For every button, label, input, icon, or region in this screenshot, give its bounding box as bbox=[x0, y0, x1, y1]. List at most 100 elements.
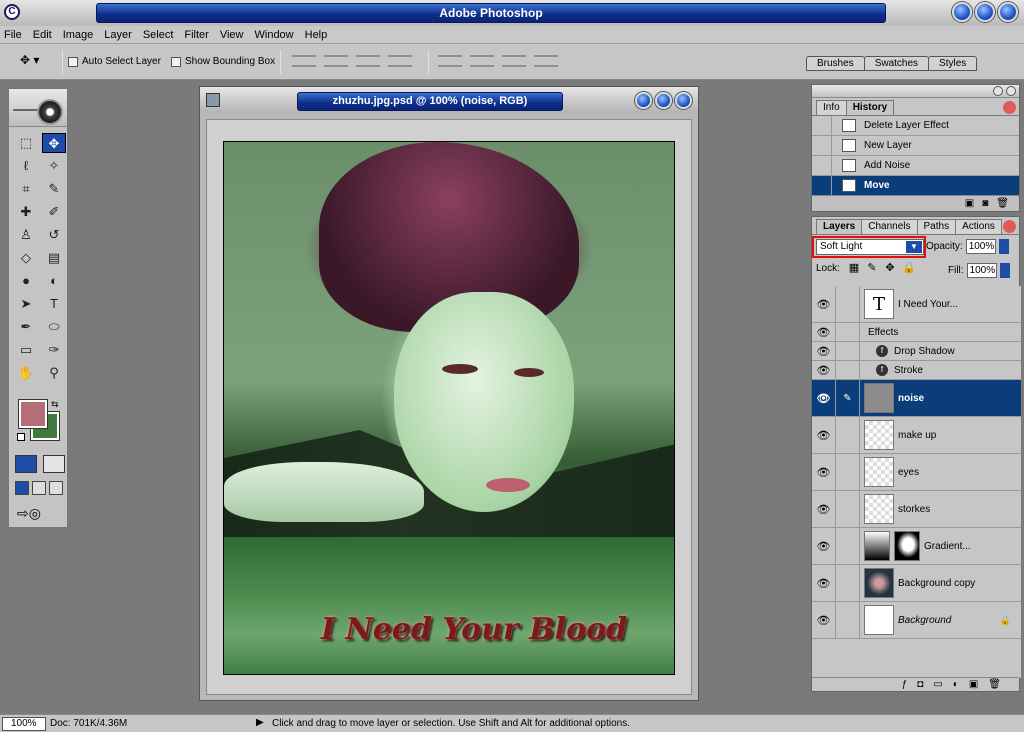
paint-brush-icon[interactable]: ✎ bbox=[836, 380, 860, 416]
foreground-color-swatch[interactable] bbox=[19, 400, 47, 428]
menu-image[interactable]: Image bbox=[63, 29, 94, 41]
gradient-tool-icon[interactable]: ▤ bbox=[42, 248, 66, 268]
layers-menu-arrow-icon[interactable] bbox=[1003, 220, 1016, 233]
eyedropper-icon[interactable]: ✑ bbox=[42, 340, 66, 360]
move-tool-preset-icon[interactable]: ✥ ▾ bbox=[20, 53, 56, 71]
doc-close-button[interactable] bbox=[675, 92, 692, 109]
opacity-slider-arrow[interactable] bbox=[998, 239, 1009, 254]
tab-info[interactable]: Info bbox=[816, 100, 847, 115]
layer-effect-row[interactable]: 👁 f Drop Shadow bbox=[812, 342, 1021, 361]
history-item[interactable]: Add Noise bbox=[812, 155, 1019, 176]
jump-to-imageready-icon[interactable]: ⇨◎ bbox=[17, 505, 61, 523]
menu-edit[interactable]: Edit bbox=[33, 29, 52, 41]
type-tool-icon[interactable]: T bbox=[42, 294, 66, 314]
menu-layer[interactable]: Layer bbox=[104, 29, 132, 41]
document-titlebar[interactable]: zhuzhu.jpg.psd @ 100% (noise, RGB) bbox=[200, 87, 698, 113]
delete-layer-icon[interactable]: 🗑 bbox=[988, 679, 1001, 690]
clone-stamp-icon[interactable]: ♙ bbox=[14, 225, 38, 245]
healing-brush-icon[interactable]: ✚ bbox=[14, 202, 38, 222]
zoom-input[interactable]: 100% bbox=[2, 717, 46, 731]
visibility-eye-icon[interactable]: 👁 bbox=[812, 417, 836, 453]
menu-select[interactable]: Select bbox=[143, 29, 174, 41]
history-item[interactable]: Delete Layer Effect bbox=[812, 115, 1019, 136]
delete-state-icon[interactable]: 🗑 bbox=[996, 198, 1009, 209]
menu-filter[interactable]: Filter bbox=[184, 29, 208, 41]
layer-row[interactable]: 👁 storkes bbox=[812, 491, 1021, 528]
default-colors-icon[interactable] bbox=[17, 433, 25, 441]
fill-input[interactable]: 100% bbox=[966, 263, 997, 278]
path-select-icon[interactable]: ➤ bbox=[14, 294, 38, 314]
screen-mode-full-menu-icon[interactable] bbox=[32, 481, 46, 495]
checkbox-box[interactable] bbox=[68, 56, 78, 67]
crop-tool-icon[interactable]: ⌗ bbox=[14, 179, 38, 199]
visibility-eye-icon[interactable]: 👁 bbox=[812, 323, 836, 341]
new-set-icon[interactable]: ▭ bbox=[933, 679, 942, 690]
slice-tool-icon[interactable]: ✎ bbox=[42, 179, 66, 199]
layer-row[interactable]: 👁 Background copy bbox=[812, 565, 1021, 602]
magic-wand-tool-icon[interactable]: ✧ bbox=[42, 156, 66, 176]
chevron-down-icon[interactable]: ▼ bbox=[906, 241, 922, 253]
maximize-button[interactable] bbox=[975, 2, 995, 22]
eraser-tool-icon[interactable]: ◇ bbox=[14, 248, 38, 268]
pen-tool-icon[interactable]: ✒ bbox=[14, 317, 38, 337]
history-item-selected[interactable]: Move bbox=[812, 175, 1019, 196]
auto-select-layer-checkbox[interactable]: Auto Select Layer bbox=[68, 56, 161, 67]
menu-view[interactable]: View bbox=[220, 29, 244, 41]
tab-channels[interactable]: Channels bbox=[861, 219, 918, 234]
layer-row[interactable]: 👁 make up bbox=[812, 417, 1021, 454]
new-document-from-state-icon[interactable]: ▣ bbox=[965, 198, 974, 209]
link-cell[interactable] bbox=[836, 565, 860, 601]
menu-help[interactable]: Help bbox=[305, 29, 328, 41]
layer-effects-row[interactable]: 👁 Effects bbox=[812, 323, 1021, 342]
dodge-tool-icon[interactable]: ◐ bbox=[42, 271, 66, 291]
visibility-eye-icon[interactable]: 👁 bbox=[812, 454, 836, 490]
lock-image-icon[interactable]: ✎ bbox=[866, 262, 878, 274]
layer-row[interactable]: 👁 eyes bbox=[812, 454, 1021, 491]
shape-tool-icon[interactable]: ⬭ bbox=[42, 317, 66, 337]
add-mask-icon[interactable]: ◘ bbox=[917, 679, 923, 690]
visibility-eye-icon[interactable]: 👁 bbox=[812, 491, 836, 527]
align-left-icon[interactable] bbox=[388, 55, 412, 67]
image-canvas[interactable]: I Need Your Blood bbox=[223, 141, 675, 675]
tab-styles[interactable]: Styles bbox=[928, 56, 978, 71]
link-cell[interactable] bbox=[836, 602, 860, 638]
doc-minimize-button[interactable] bbox=[635, 92, 652, 109]
tab-history[interactable]: History bbox=[845, 100, 895, 115]
tab-paths[interactable]: Paths bbox=[916, 219, 957, 234]
new-adjustment-layer-icon[interactable]: ◐ bbox=[953, 679, 959, 690]
tab-layers[interactable]: Layers bbox=[816, 219, 863, 234]
menu-file[interactable]: File bbox=[4, 29, 22, 41]
document-icon[interactable] bbox=[206, 93, 220, 107]
tab-brushes[interactable]: Brushes bbox=[806, 56, 865, 71]
swap-colors-icon[interactable]: ⇆ bbox=[51, 399, 59, 410]
screen-mode-full-icon[interactable] bbox=[49, 481, 63, 495]
visibility-eye-icon[interactable]: 👁 bbox=[812, 565, 836, 601]
align-middle-icon[interactable] bbox=[324, 55, 348, 67]
distribute-middle-icon[interactable] bbox=[470, 55, 494, 67]
distribute-bottom-icon[interactable] bbox=[502, 55, 526, 67]
close-button[interactable] bbox=[998, 2, 1018, 22]
notes-tool-icon[interactable]: ▭ bbox=[14, 340, 38, 360]
new-snapshot-icon[interactable]: ◙ bbox=[982, 198, 988, 209]
history-snapshot-toggle[interactable] bbox=[812, 115, 832, 136]
distribute-top-icon[interactable] bbox=[438, 55, 462, 67]
checkbox-box[interactable] bbox=[171, 56, 181, 67]
visibility-eye-icon[interactable]: 👁 bbox=[812, 286, 836, 322]
toolbox-header[interactable] bbox=[9, 89, 67, 127]
standard-mode-icon[interactable] bbox=[15, 455, 37, 473]
zoom-tool-icon[interactable]: ⚲ bbox=[42, 363, 66, 383]
tab-actions[interactable]: Actions bbox=[955, 219, 1002, 234]
visibility-eye-icon[interactable]: 👁 bbox=[812, 342, 836, 360]
fill-slider-arrow[interactable] bbox=[999, 263, 1010, 278]
layer-row[interactable]: 👁 Background 🔒 bbox=[812, 602, 1021, 639]
history-snapshot-toggle[interactable] bbox=[812, 175, 832, 196]
history-item[interactable]: New Layer bbox=[812, 135, 1019, 156]
link-cell[interactable] bbox=[836, 286, 860, 322]
history-snapshot-toggle[interactable] bbox=[812, 155, 832, 176]
opacity-input[interactable]: 100% bbox=[965, 239, 996, 254]
layer-row-selected[interactable]: 👁 ✎ noise bbox=[812, 380, 1021, 417]
add-layer-style-icon[interactable]: ƒ bbox=[902, 679, 908, 690]
minimize-button[interactable] bbox=[952, 2, 972, 22]
layer-row[interactable]: 👁 T I Need Your... bbox=[812, 286, 1021, 323]
lock-transparency-icon[interactable]: ▦ bbox=[848, 262, 860, 274]
